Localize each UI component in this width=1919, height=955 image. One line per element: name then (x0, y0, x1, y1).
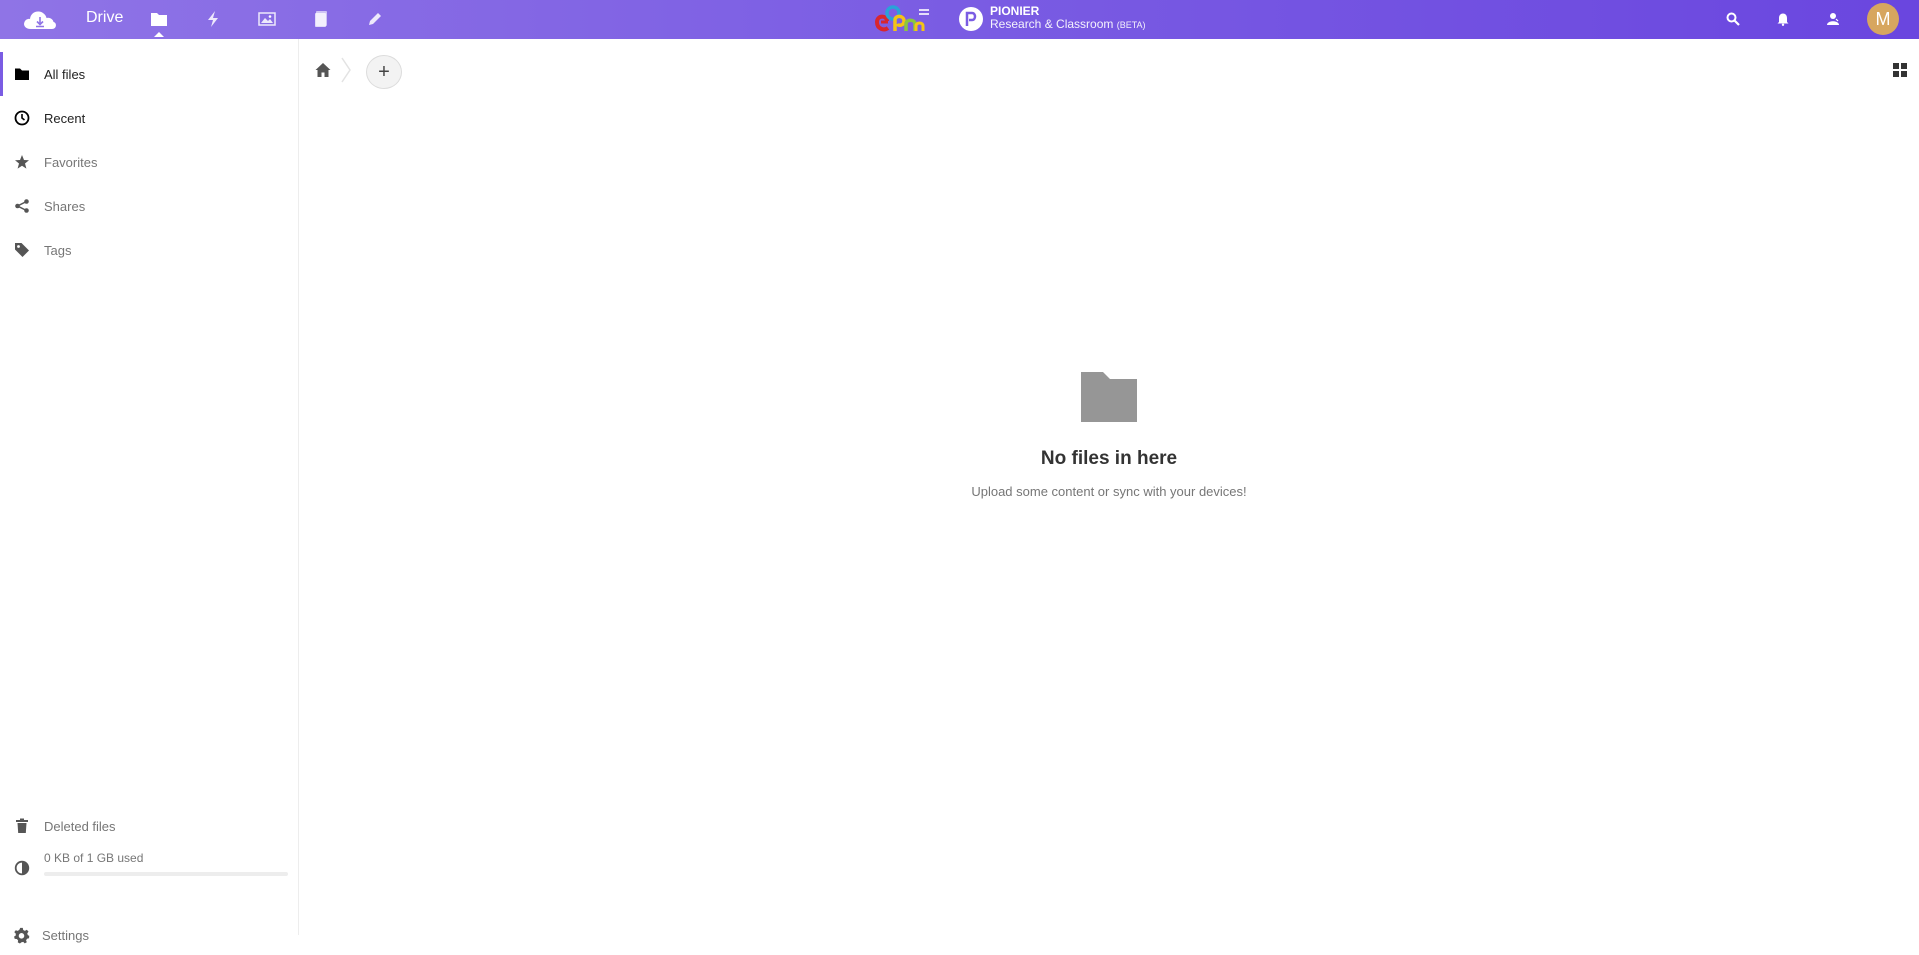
breadcrumb-separator-icon (341, 57, 351, 83)
settings-button[interactable]: Settings (0, 915, 299, 955)
sidebar-item-shares[interactable]: Shares (0, 184, 299, 228)
empty-hint: Upload some content or sync with your de… (971, 484, 1247, 499)
clock-icon (14, 110, 30, 126)
deck-app-icon[interactable] (310, 8, 332, 30)
star-icon (14, 154, 30, 170)
top-header: Drive PIONIER Research & Classroom (BETA… (0, 0, 1919, 39)
sidebar-item-label: Shares (44, 198, 86, 214)
contacts-icon[interactable] (1823, 9, 1843, 29)
files-app-icon[interactable] (148, 8, 170, 37)
notes-app-icon[interactable] (364, 8, 386, 30)
trash-icon (14, 818, 30, 834)
share-icon (14, 198, 30, 214)
sidebar-item-label: All files (44, 66, 86, 82)
sidebar-item-favorites[interactable]: Favorites (0, 140, 299, 184)
empty-content: No files in here Upload some content or … (299, 370, 1919, 499)
new-file-button[interactable]: + (366, 55, 402, 89)
sidebar-item-label: Favorites (44, 154, 98, 170)
settings-label: Settings (42, 927, 89, 943)
grid-view-toggle-icon[interactable] (1892, 62, 1908, 78)
photos-app-icon[interactable] (256, 8, 278, 30)
storage-quota: 0 KB of 1 GB used (0, 847, 299, 907)
sidebar-item-label: Tags (44, 242, 72, 258)
empty-title: No files in here (1040, 448, 1178, 469)
empty-folder-icon (1081, 372, 1137, 422)
quota-label: 0 KB of 1 GB used (44, 851, 144, 865)
search-icon[interactable] (1723, 9, 1743, 29)
folder-icon (14, 66, 30, 82)
sidebar-item-recent[interactable]: Recent (0, 96, 299, 140)
app-name[interactable]: Drive (86, 9, 123, 27)
app-navigation: All files Recent Favorites Shares Tags D… (0, 39, 299, 943)
cloud-logo-icon[interactable] (22, 8, 58, 32)
notifications-bell-icon[interactable] (1773, 9, 1793, 29)
brand-subtitle: Research & Classroom (BETA) (990, 17, 1146, 31)
sidebar-item-label: Deleted files (44, 818, 116, 834)
epn-logo-icon (874, 5, 929, 32)
quota-pie-icon (14, 860, 30, 876)
sidebar-item-deleted-files[interactable]: Deleted files (0, 804, 299, 848)
home-icon[interactable] (314, 61, 332, 79)
user-avatar[interactable]: M (1867, 3, 1899, 35)
beta-badge: (BETA) (1116, 20, 1146, 30)
tag-icon (14, 242, 30, 258)
pionier-brand: PIONIER Research & Classroom (BETA) (958, 5, 1146, 32)
sidebar-item-label: Recent (44, 110, 86, 126)
quota-progress-bar (44, 872, 288, 876)
sidebar-item-tags[interactable]: Tags (0, 228, 299, 272)
gear-icon (14, 927, 30, 943)
sidebar-item-all-files[interactable]: All files (0, 52, 299, 96)
plus-icon: + (378, 61, 390, 83)
activity-app-icon[interactable] (202, 8, 224, 30)
pionier-logo-icon (959, 6, 983, 31)
